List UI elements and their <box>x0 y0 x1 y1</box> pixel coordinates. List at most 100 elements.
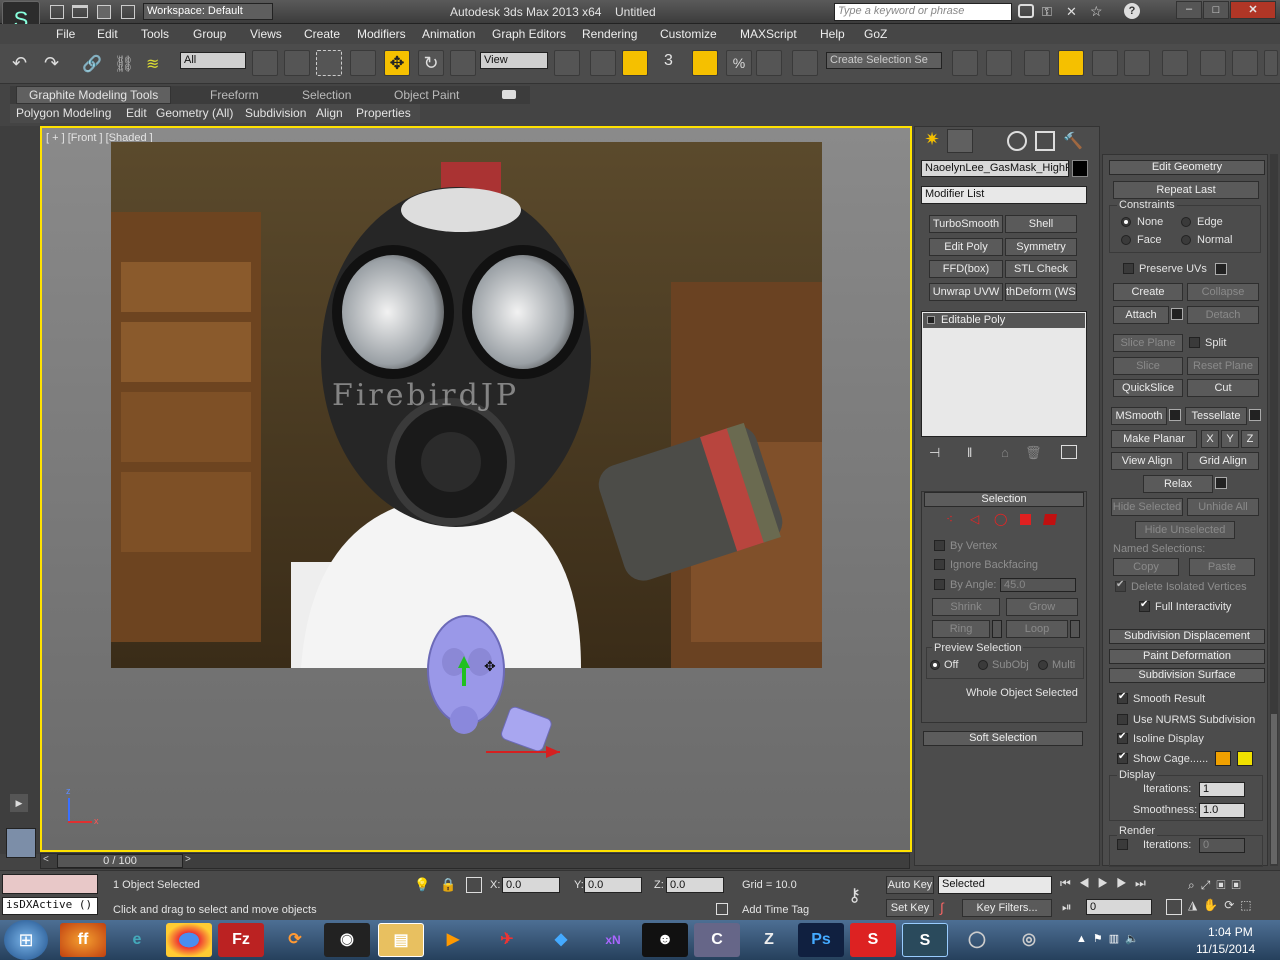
panel-geometry-all[interactable]: Geometry (All) <box>156 106 233 120</box>
panel-subdivision[interactable]: Subdivision <box>245 106 306 120</box>
tab-object-paint[interactable]: Object Paint <box>394 88 459 102</box>
percent-snap-icon[interactable]: % <box>726 50 752 76</box>
maxscript-input[interactable]: isDXActive () <box>2 897 98 915</box>
selection-rollout-header[interactable]: Selection <box>924 492 1084 507</box>
clock-date[interactable]: 11/15/2014 <box>1196 942 1255 956</box>
make-planar-button[interactable]: Make Planar <box>1111 430 1197 448</box>
panel-polygon-modeling[interactable]: Polygon Modeling <box>16 106 111 120</box>
current-frame-field[interactable]: 0 <box>1086 899 1152 915</box>
subdivision-surface-header[interactable]: Subdivision Surface <box>1109 668 1265 683</box>
graphite-toggle-icon[interactable] <box>1058 50 1084 76</box>
time-slider-thumb[interactable]: 0 / 100 <box>57 854 183 868</box>
named-selection-dropdown[interactable]: Create Selection Se <box>826 52 942 69</box>
make-unique-icon[interactable]: ⌂ <box>1001 445 1009 460</box>
cut-button[interactable]: Cut <box>1187 379 1259 397</box>
taskbar-3dsmax-icon[interactable]: S <box>902 923 948 957</box>
pan-icon[interactable]: ✋ <box>1203 898 1224 912</box>
hide-selected-button[interactable]: Hide Selected <box>1111 498 1183 516</box>
modify-tab-icon[interactable] <box>947 129 973 153</box>
edit-named-selection-icon[interactable] <box>792 50 818 76</box>
loop-spinner-icon[interactable] <box>1070 620 1080 638</box>
constraint-none-radio[interactable] <box>1121 217 1131 227</box>
display-smoothness-spinner[interactable]: 1.0 <box>1199 803 1245 818</box>
pivot-center-icon[interactable] <box>554 50 580 76</box>
schematic-view-icon[interactable] <box>1124 50 1150 76</box>
select-object-icon[interactable] <box>252 50 278 76</box>
collapse-button[interactable]: Collapse <box>1187 283 1259 301</box>
start-button[interactable]: ⊞ <box>4 920 48 960</box>
auto-key-button[interactable]: Auto Key <box>886 876 934 894</box>
zoom-all-icon[interactable]: ⤢ <box>1201 878 1217 892</box>
msmooth-settings-icon[interactable] <box>1169 409 1181 421</box>
edge-mode-icon[interactable]: ◁ <box>970 512 979 526</box>
time-configuration-icon[interactable] <box>1166 899 1182 915</box>
select-by-name-icon[interactable] <box>284 50 310 76</box>
tab-graphite-modeling-tools[interactable]: Graphite Modeling Tools <box>16 86 172 104</box>
border-mode-icon[interactable]: ◯ <box>994 512 1007 526</box>
tab-selection[interactable]: Selection <box>302 88 351 102</box>
planar-z-button[interactable]: Z <box>1241 430 1259 448</box>
tessellate-button[interactable]: Tessellate <box>1185 407 1247 425</box>
polygon-mode-icon[interactable] <box>1020 514 1031 525</box>
mirror-icon[interactable] <box>952 50 978 76</box>
attach-settings-icon[interactable] <box>1171 308 1183 320</box>
z-coord-field[interactable]: 0.0 <box>666 877 724 893</box>
taskbar-chrome-icon[interactable] <box>166 923 212 957</box>
project-folder-icon[interactable] <box>121 5 135 19</box>
bind-spacewarp-icon[interactable]: ≋ <box>146 54 159 74</box>
select-and-manipulate-icon[interactable] <box>590 50 616 76</box>
time-tag-icon[interactable] <box>716 903 728 915</box>
preserve-uvs-settings-icon[interactable] <box>1215 263 1227 275</box>
snap-toggle-label[interactable]: 3 <box>664 52 673 70</box>
redo-icon[interactable]: ↷ <box>44 53 59 74</box>
utilities-tab-icon[interactable]: 🔨 <box>1063 131 1083 151</box>
render-production-icon[interactable] <box>1264 50 1278 76</box>
menu-group[interactable]: Group <box>193 27 226 41</box>
taskbar-firefox-icon[interactable]: ff <box>60 923 106 957</box>
modifier-edit-poly-button[interactable]: Edit Poly <box>929 238 1003 256</box>
msmooth-button[interactable]: MSmooth <box>1111 407 1167 425</box>
preview-multi-radio[interactable] <box>1038 660 1048 670</box>
show-end-result-icon[interactable]: ǁ <box>967 445 972 460</box>
front-viewport[interactable]: [ + ] [Front ] [Shaded ] FirebirdJP ✥ z … <box>40 126 912 852</box>
soft-selection-rollout-header[interactable]: Soft Selection <box>923 731 1083 746</box>
play-icon[interactable]: ▶ <box>1098 876 1117 890</box>
modifier-ffd-box-button[interactable]: FFD(box) <box>929 260 1003 278</box>
time-slider[interactable]: < 0 / 100 > <box>40 853 910 869</box>
taskbar-zbrush2-icon[interactable]: Z <box>746 923 792 957</box>
new-file-icon[interactable] <box>50 5 64 19</box>
taskbar-filezilla-icon[interactable]: Fz <box>218 923 264 957</box>
key-mode-dropdown[interactable]: Selected <box>938 876 1052 894</box>
y-coord-field[interactable]: 0.0 <box>584 877 642 893</box>
quickslice-button[interactable]: QuickSlice <box>1113 379 1183 397</box>
zoom-extents-icon[interactable]: ▣ <box>1216 878 1231 892</box>
vertex-mode-icon[interactable]: ⁖ <box>946 512 953 526</box>
key-filters-button[interactable]: Key Filters... <box>962 899 1052 917</box>
zoom-icon[interactable]: ⌕ <box>1188 878 1201 892</box>
infocenter-binoculars-icon[interactable] <box>1018 4 1034 18</box>
x-coord-field[interactable]: 0.0 <box>502 877 560 893</box>
search-input[interactable]: Type a keyword or phrase <box>834 3 1012 21</box>
menu-animation[interactable]: Animation <box>422 27 475 41</box>
time-slider-next-icon[interactable]: > <box>185 854 191 865</box>
tray-network-icon[interactable]: ▥ <box>1109 933 1125 945</box>
grid-align-button[interactable]: Grid Align <box>1187 452 1259 470</box>
window-crossing-icon[interactable] <box>350 50 376 76</box>
save-file-icon[interactable] <box>97 5 111 19</box>
edit-geometry-header[interactable]: Edit Geometry <box>1109 160 1265 175</box>
render-setup-icon[interactable] <box>1200 50 1226 76</box>
go-to-end-icon[interactable]: ⏭ <box>1135 876 1154 890</box>
modifier-shell-button[interactable]: Shell <box>1005 215 1077 233</box>
slice-button[interactable]: Slice <box>1113 357 1183 375</box>
by-vertex-checkbox[interactable] <box>934 540 945 551</box>
object-name-field[interactable]: NaoelynLee_GasMask_HighPo <box>921 160 1069 177</box>
taskbar-media-player-icon[interactable]: ▶ <box>430 923 476 957</box>
render-iterations-checkbox[interactable] <box>1117 839 1128 850</box>
repeat-last-button[interactable]: Repeat Last <box>1113 181 1259 199</box>
menu-tools[interactable]: Tools <box>141 27 169 41</box>
show-cage-checkbox[interactable] <box>1117 751 1128 764</box>
panel-properties[interactable]: Properties <box>356 106 411 120</box>
undo-icon[interactable]: ↶ <box>12 53 27 74</box>
tab-freeform[interactable]: Freeform <box>210 88 259 102</box>
motion-tab-icon[interactable] <box>1007 131 1027 151</box>
